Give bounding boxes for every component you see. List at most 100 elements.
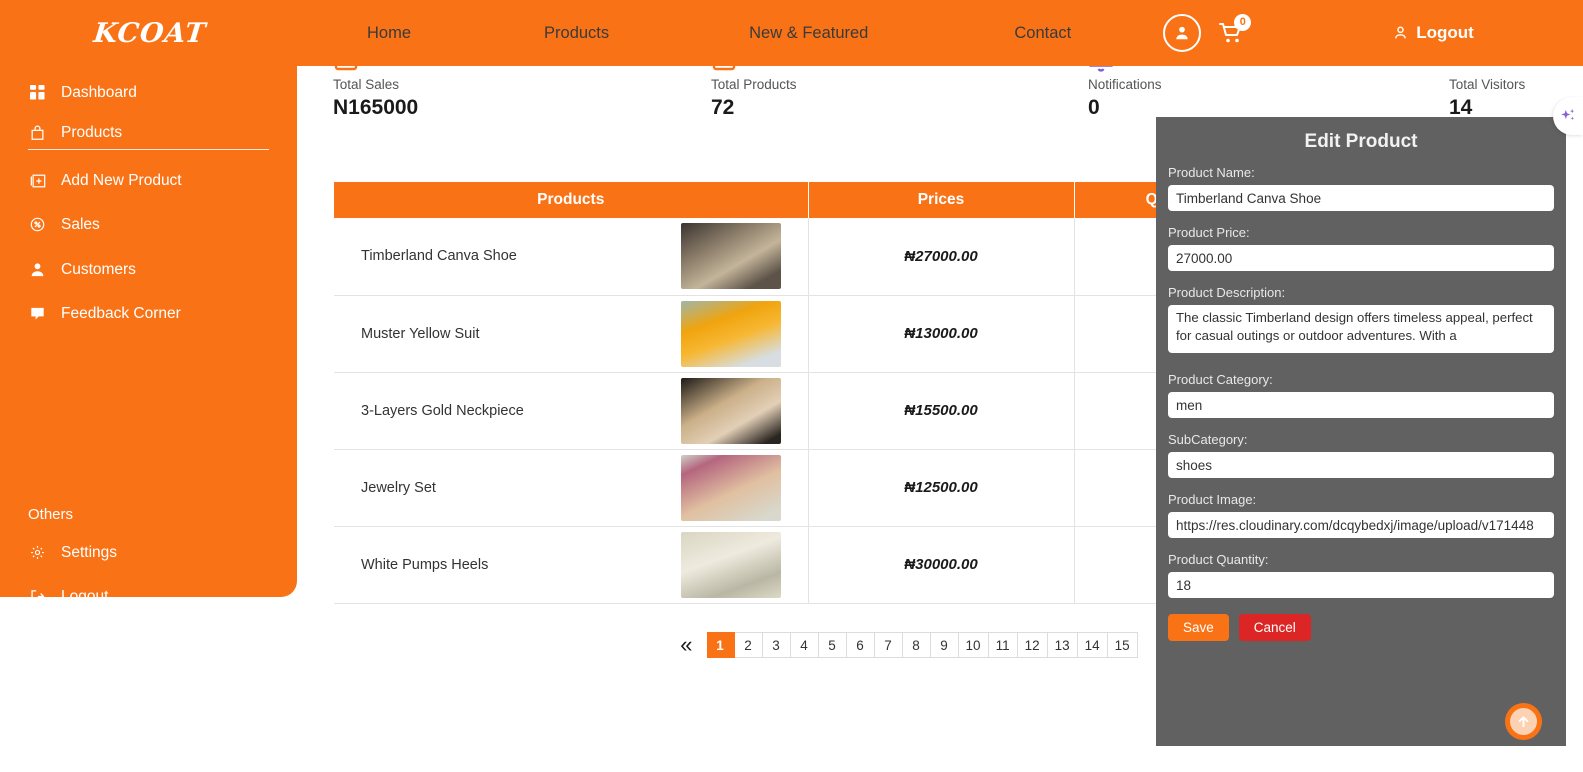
- chat-feedback-icon: [28, 306, 47, 321]
- gear-settings-icon: [28, 545, 47, 560]
- field-group-product-quantity: Product Quantity:: [1168, 552, 1554, 598]
- nav-link-products[interactable]: Products: [534, 18, 619, 49]
- exit-logout-icon: [28, 589, 47, 604]
- chevron-double-left-icon[interactable]: «: [680, 634, 692, 656]
- page-button-15[interactable]: 15: [1107, 632, 1138, 658]
- top-navigation-bar: KCOAT Home Products New & Featured Conta…: [0, 0, 1583, 66]
- sidebar-item-products[interactable]: Products: [28, 123, 269, 150]
- user-account-icon[interactable]: [1163, 14, 1202, 52]
- stat-value-total-products: 72: [711, 96, 735, 119]
- cancel-button[interactable]: Cancel: [1238, 614, 1311, 641]
- product-price: ₦12500.00: [808, 449, 1075, 527]
- product-cell: Jewelry Set: [334, 449, 809, 527]
- person-customers-icon: [28, 262, 47, 277]
- label-product-quantity: Product Quantity:: [1168, 552, 1269, 567]
- arrow-up-circle-icon[interactable]: [1505, 703, 1542, 740]
- sidebar: Dashboard Products Add New Product Sales: [0, 0, 297, 605]
- stat-label-total-sales: Total Sales: [333, 77, 400, 92]
- input-subcategory[interactable]: [1168, 452, 1554, 478]
- page-button-14[interactable]: 14: [1077, 632, 1108, 658]
- input-product-description[interactable]: The classic Timberland design offers tim…: [1168, 305, 1554, 353]
- label-product-category: Product Category:: [1168, 372, 1273, 387]
- sidebar-item-dashboard[interactable]: Dashboard: [28, 79, 269, 106]
- bag-products-icon: [28, 125, 47, 141]
- tag-sales-icon: [28, 217, 47, 232]
- stat-label-total-visitors: Total Visitors: [1449, 77, 1526, 92]
- product-name: White Pumps Heels: [361, 556, 489, 573]
- sidebar-label-add-new-product: Add New Product: [61, 171, 182, 189]
- nav-link-contact[interactable]: Contact: [1004, 18, 1081, 49]
- admin-products-page: KCOAT Home Products New & Featured Conta…: [0, 0, 1583, 772]
- product-thumbnail-image: [680, 223, 781, 290]
- page-button-6[interactable]: 6: [846, 632, 875, 658]
- field-group-product-name: Product Name:: [1168, 165, 1554, 211]
- stat-value-total-sales: N165000: [333, 96, 419, 119]
- product-thumbnail-image: [680, 531, 781, 598]
- ai-sparkle-icon[interactable]: [1553, 97, 1583, 135]
- label-product-name: Product Name:: [1168, 165, 1255, 180]
- input-product-price[interactable]: [1168, 245, 1554, 271]
- field-group-product-image: Product Image:: [1168, 492, 1554, 538]
- top-logout-button[interactable]: Logout: [1392, 23, 1474, 43]
- page-button-5[interactable]: 5: [818, 632, 847, 658]
- column-header-prices[interactable]: Prices: [808, 182, 1075, 218]
- sidebar-label-products: Products: [61, 123, 123, 141]
- sidebar-item-sales[interactable]: Sales: [28, 211, 269, 238]
- stat-label-total-products: Total Products: [711, 77, 797, 92]
- page-button-13[interactable]: 13: [1047, 632, 1078, 658]
- sidebar-item-feedback-corner[interactable]: Feedback Corner: [28, 300, 269, 327]
- edit-product-modal: Edit Product Product Name: Product Price…: [1156, 117, 1566, 746]
- sidebar-label-logout: Logout: [61, 587, 109, 605]
- sidebar-item-logout[interactable]: Logout: [28, 583, 269, 610]
- page-button-4[interactable]: 4: [790, 632, 819, 658]
- label-product-price: Product Price:: [1168, 225, 1250, 240]
- sidebar-others-heading: Others: [28, 506, 74, 523]
- product-cell: Muster Yellow Suit: [334, 295, 809, 373]
- product-price: ₦27000.00: [808, 218, 1075, 296]
- page-button-10[interactable]: 10: [958, 632, 989, 658]
- product-cell: White Pumps Heels: [334, 526, 809, 604]
- field-group-product-description: Product Description: The classic Timberl…: [1168, 285, 1554, 358]
- modal-button-row: Save Cancel: [1168, 614, 1554, 641]
- field-group-product-category: Product Category:: [1168, 372, 1554, 418]
- save-button[interactable]: Save: [1168, 614, 1229, 641]
- top-logout-label: Logout: [1416, 23, 1474, 42]
- page-button-9[interactable]: 9: [930, 632, 959, 658]
- sidebar-item-settings[interactable]: Settings: [28, 539, 269, 566]
- nav-link-home[interactable]: Home: [357, 18, 421, 49]
- page-button-8[interactable]: 8: [902, 632, 931, 658]
- label-product-description: Product Description:: [1168, 285, 1286, 300]
- stat-label-notifications: Notifications: [1088, 77, 1162, 92]
- nav-link-new-featured[interactable]: New & Featured: [739, 18, 878, 49]
- sidebar-label-settings: Settings: [61, 543, 118, 561]
- page-button-1[interactable]: 1: [706, 632, 735, 658]
- column-header-products[interactable]: Products: [334, 182, 809, 218]
- edit-product-title: Edit Product: [1304, 131, 1418, 152]
- shopping-cart-icon[interactable]: 0: [1215, 14, 1252, 50]
- page-button-11[interactable]: 11: [988, 632, 1018, 658]
- page-button-7[interactable]: 7: [874, 632, 903, 658]
- page-button-3[interactable]: 3: [762, 632, 791, 658]
- input-product-quantity[interactable]: [1168, 572, 1554, 598]
- product-thumbnail-image: [680, 377, 781, 444]
- brand-logo[interactable]: KCOAT: [0, 18, 302, 49]
- page-button-2[interactable]: 2: [734, 632, 763, 658]
- product-price: ₦30000.00: [808, 526, 1075, 604]
- sidebar-item-add-new-product[interactable]: Add New Product: [28, 167, 269, 194]
- product-name: Timberland Canva Shoe: [361, 248, 517, 265]
- product-price: ₦13000.00: [808, 295, 1075, 373]
- field-group-subcategory: SubCategory:: [1168, 432, 1554, 478]
- sidebar-label-dashboard: Dashboard: [61, 83, 137, 101]
- product-price: ₦15500.00: [808, 372, 1075, 450]
- input-product-category[interactable]: [1168, 392, 1554, 418]
- product-cell: Timberland Canva Shoe: [334, 218, 809, 296]
- product-name: Muster Yellow Suit: [361, 325, 480, 342]
- input-product-image[interactable]: [1168, 512, 1554, 538]
- label-subcategory: SubCategory:: [1168, 432, 1248, 447]
- add-box-icon: [28, 173, 47, 189]
- sidebar-label-customers: Customers: [61, 260, 136, 278]
- label-product-image: Product Image:: [1168, 492, 1257, 507]
- sidebar-item-customers[interactable]: Customers: [28, 256, 269, 283]
- page-button-12[interactable]: 12: [1017, 632, 1048, 658]
- input-product-name[interactable]: [1168, 185, 1554, 211]
